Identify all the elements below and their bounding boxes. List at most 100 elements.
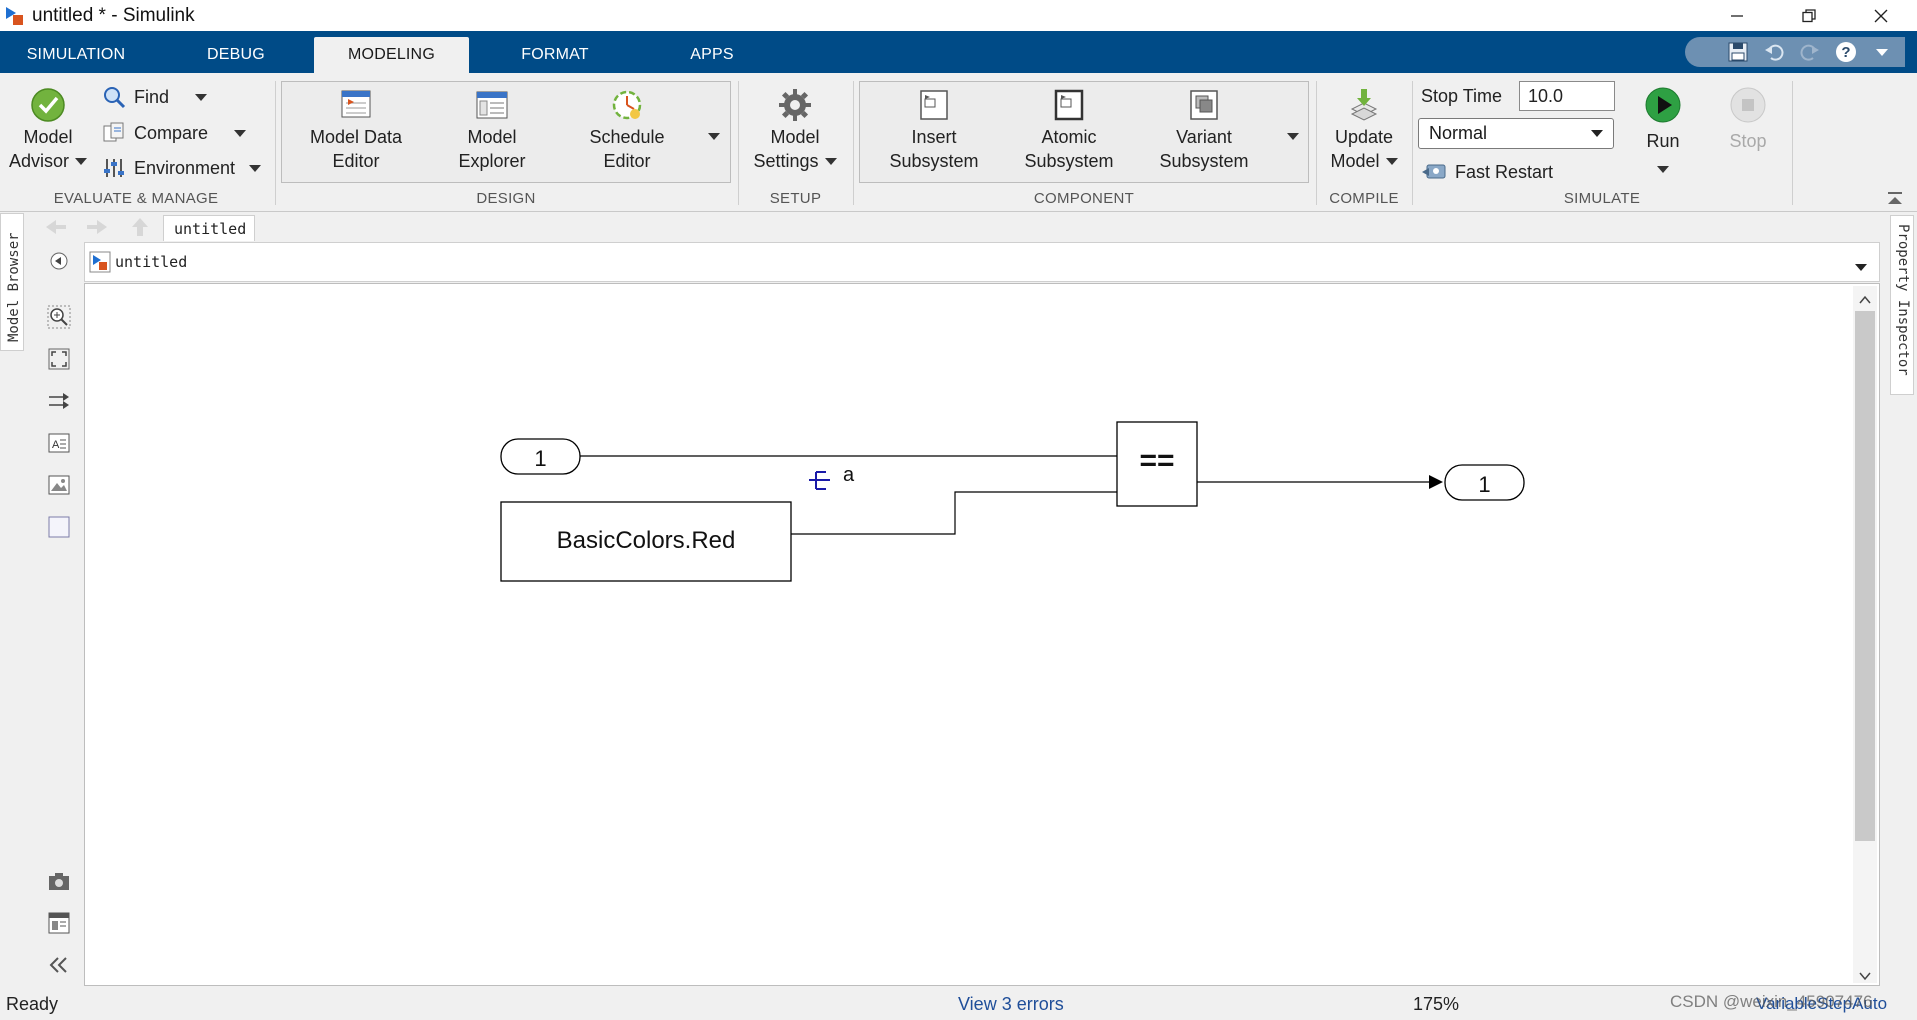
model-tab-untitled[interactable]: untitled bbox=[163, 215, 255, 241]
chevron-down-icon[interactable] bbox=[1657, 166, 1669, 173]
chevron-down-icon[interactable] bbox=[234, 129, 247, 137]
canvas-tool-palette: A bbox=[40, 242, 78, 986]
chevron-down-icon[interactable] bbox=[1869, 39, 1895, 65]
tab-modeling[interactable]: MODELING bbox=[314, 37, 469, 73]
update-model-button[interactable]: Update Model bbox=[1320, 87, 1408, 173]
model-explorer-button[interactable]: Model Explorer bbox=[432, 87, 552, 173]
model-settings-label-1: Model bbox=[770, 127, 820, 147]
signal-line-constant[interactable] bbox=[790, 491, 1117, 535]
status-text: Ready bbox=[6, 994, 59, 1014]
model-advisor-label-1: Model bbox=[23, 127, 73, 147]
atomic-subsystem-icon bbox=[1051, 87, 1087, 123]
scroll-down-icon[interactable] bbox=[1859, 968, 1871, 986]
camera-icon[interactable] bbox=[44, 866, 74, 896]
area-icon[interactable] bbox=[44, 512, 74, 542]
tab-simulation[interactable]: SIMULATION bbox=[12, 37, 140, 73]
model-data-editor-label-1: Model Data bbox=[309, 127, 403, 147]
model-browser-tab[interactable]: Model Browser bbox=[0, 213, 24, 351]
title-bar: untitled * - Simulink bbox=[0, 0, 1917, 31]
variant-subsystem-label-2: Subsystem bbox=[1159, 151, 1249, 171]
model-data-editor-button[interactable]: Model Data Editor bbox=[296, 87, 416, 173]
chevron-down-icon[interactable] bbox=[249, 164, 262, 172]
model-data-icon[interactable] bbox=[44, 908, 74, 938]
ribbon-separator bbox=[1412, 81, 1413, 205]
help-icon[interactable]: ? bbox=[1833, 39, 1859, 65]
close-icon[interactable] bbox=[1845, 0, 1917, 31]
redo-icon[interactable] bbox=[1797, 39, 1823, 65]
back-arrow-icon[interactable] bbox=[44, 217, 68, 242]
schedule-editor-button[interactable]: Schedule Editor bbox=[567, 87, 687, 173]
model-canvas[interactable]: 1 == 1 BasicColors.Red a bbox=[84, 283, 1880, 986]
forward-arrow-icon[interactable] bbox=[85, 217, 109, 242]
view-errors-link[interactable]: View 3 errors bbox=[958, 994, 1064, 1015]
atomic-subsystem-label-2: Subsystem bbox=[1024, 151, 1114, 171]
simulation-mode-select[interactable]: Normal bbox=[1418, 118, 1614, 149]
collapse-ribbon-icon[interactable] bbox=[1886, 190, 1904, 213]
scroll-up-icon[interactable] bbox=[1859, 292, 1871, 310]
model-data-editor-label-2: Editor bbox=[332, 151, 380, 171]
zoom-in-icon[interactable] bbox=[44, 302, 74, 332]
scrollbar-thumb[interactable] bbox=[1855, 311, 1875, 841]
model-advisor-button[interactable]: Model Advisor bbox=[4, 87, 92, 173]
variant-subsystem-button[interactable]: Variant Subsystem bbox=[1144, 87, 1264, 173]
chevron-down-icon[interactable] bbox=[75, 157, 88, 165]
tab-apps[interactable]: APPS bbox=[662, 37, 762, 73]
compare-button[interactable]: Compare bbox=[102, 118, 247, 148]
fit-to-view-icon[interactable] bbox=[44, 344, 74, 374]
component-gallery-expand[interactable] bbox=[1287, 127, 1299, 145]
outport-label: 1 bbox=[1478, 472, 1491, 497]
image-icon[interactable] bbox=[44, 470, 74, 500]
find-button[interactable]: Find bbox=[102, 82, 208, 112]
group-label-design: DESIGN bbox=[476, 190, 536, 207]
model-advisor-label-2: Advisor bbox=[8, 151, 70, 171]
signal-name-label[interactable]: a bbox=[843, 464, 854, 487]
model-settings-button[interactable]: Model Settings bbox=[745, 87, 845, 173]
save-icon[interactable] bbox=[1725, 39, 1751, 65]
signal-name-marker bbox=[809, 471, 830, 490]
variant-subsystem-icon bbox=[1186, 87, 1222, 123]
canvas-vertical-scrollbar[interactable] bbox=[1853, 286, 1877, 983]
status-bar: Ready View 3 errors 175% VariableStepAut… bbox=[0, 988, 1917, 1020]
chevron-down-icon[interactable] bbox=[824, 157, 837, 165]
hide-browser-icon[interactable] bbox=[44, 246, 74, 276]
quick-access-toolbar: ? bbox=[1685, 37, 1905, 67]
property-inspector-tab[interactable]: Property Inspector bbox=[1890, 215, 1914, 395]
annotation-icon[interactable]: A bbox=[44, 428, 74, 458]
restore-icon[interactable] bbox=[1773, 0, 1845, 31]
svg-text:A: A bbox=[52, 439, 60, 451]
stop-time-input[interactable] bbox=[1519, 81, 1615, 111]
fast-restart-toggle[interactable]: Fast Restart bbox=[1421, 157, 1553, 187]
collapse-palette-icon[interactable] bbox=[44, 950, 74, 980]
check-circle-icon bbox=[30, 87, 66, 123]
gear-icon bbox=[777, 87, 813, 123]
group-label-setup: SETUP bbox=[769, 190, 822, 207]
model-path-bar[interactable]: untitled bbox=[84, 242, 1880, 282]
model-explorer-label-1: Model bbox=[467, 127, 517, 147]
stop-button[interactable]: Stop bbox=[1705, 87, 1791, 153]
atomic-subsystem-button[interactable]: Atomic Subsystem bbox=[1009, 87, 1129, 173]
design-gallery-expand[interactable] bbox=[708, 127, 720, 145]
run-button[interactable]: Run bbox=[1620, 87, 1706, 179]
environment-button[interactable]: Environment bbox=[102, 153, 262, 183]
schedule-editor-label-2: Editor bbox=[603, 151, 651, 171]
svg-text:?: ? bbox=[1841, 44, 1850, 61]
tab-debug[interactable]: DEBUG bbox=[186, 37, 286, 73]
up-arrow-icon[interactable] bbox=[130, 216, 150, 243]
insert-subsystem-label-1: Insert bbox=[911, 127, 957, 147]
run-label: Run bbox=[1646, 131, 1680, 151]
undo-icon[interactable] bbox=[1761, 39, 1787, 65]
sliders-icon bbox=[104, 159, 124, 177]
group-label-compile: COMPILE bbox=[1329, 190, 1399, 207]
constant-value-label: BasicColors.Red bbox=[556, 527, 736, 554]
tab-format[interactable]: FORMAT bbox=[505, 37, 605, 73]
chevron-down-icon bbox=[708, 133, 720, 140]
model-settings-label-2: Settings bbox=[753, 151, 819, 171]
chevron-down-icon[interactable] bbox=[1855, 258, 1867, 276]
minimize-icon[interactable] bbox=[1701, 0, 1773, 31]
update-model-label-1: Update bbox=[1334, 127, 1394, 147]
arrow-right-icon[interactable] bbox=[44, 386, 74, 416]
chevron-down-icon[interactable] bbox=[1385, 157, 1398, 165]
ribbon-separator bbox=[275, 81, 276, 205]
insert-subsystem-button[interactable]: Insert Subsystem bbox=[874, 87, 994, 173]
chevron-down-icon[interactable] bbox=[195, 93, 208, 101]
